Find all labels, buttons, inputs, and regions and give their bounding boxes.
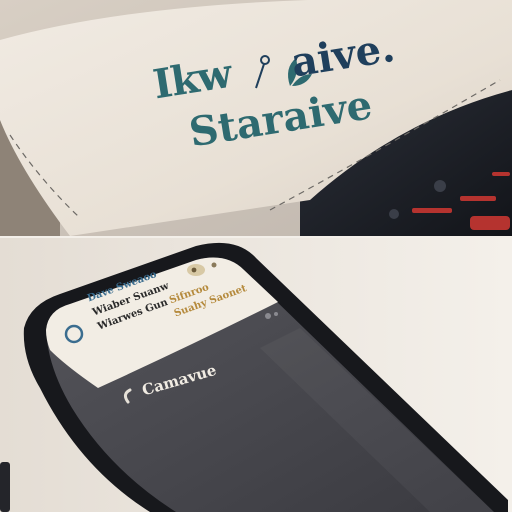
top-photo-panel: Ikw aive. Staraive xyxy=(0,0,512,238)
status-dot xyxy=(274,312,278,316)
side-button xyxy=(0,462,10,512)
bottom-photo-panel: Dave Sweaoo Wiaber Suanw Wiarwes Gun Sif… xyxy=(0,238,512,512)
photo-collage: Ikw aive. Staraive Dave Sweaoo Wiaber Su… xyxy=(0,0,512,512)
status-dot xyxy=(265,313,271,319)
bottom-photo-illustration xyxy=(0,238,512,512)
